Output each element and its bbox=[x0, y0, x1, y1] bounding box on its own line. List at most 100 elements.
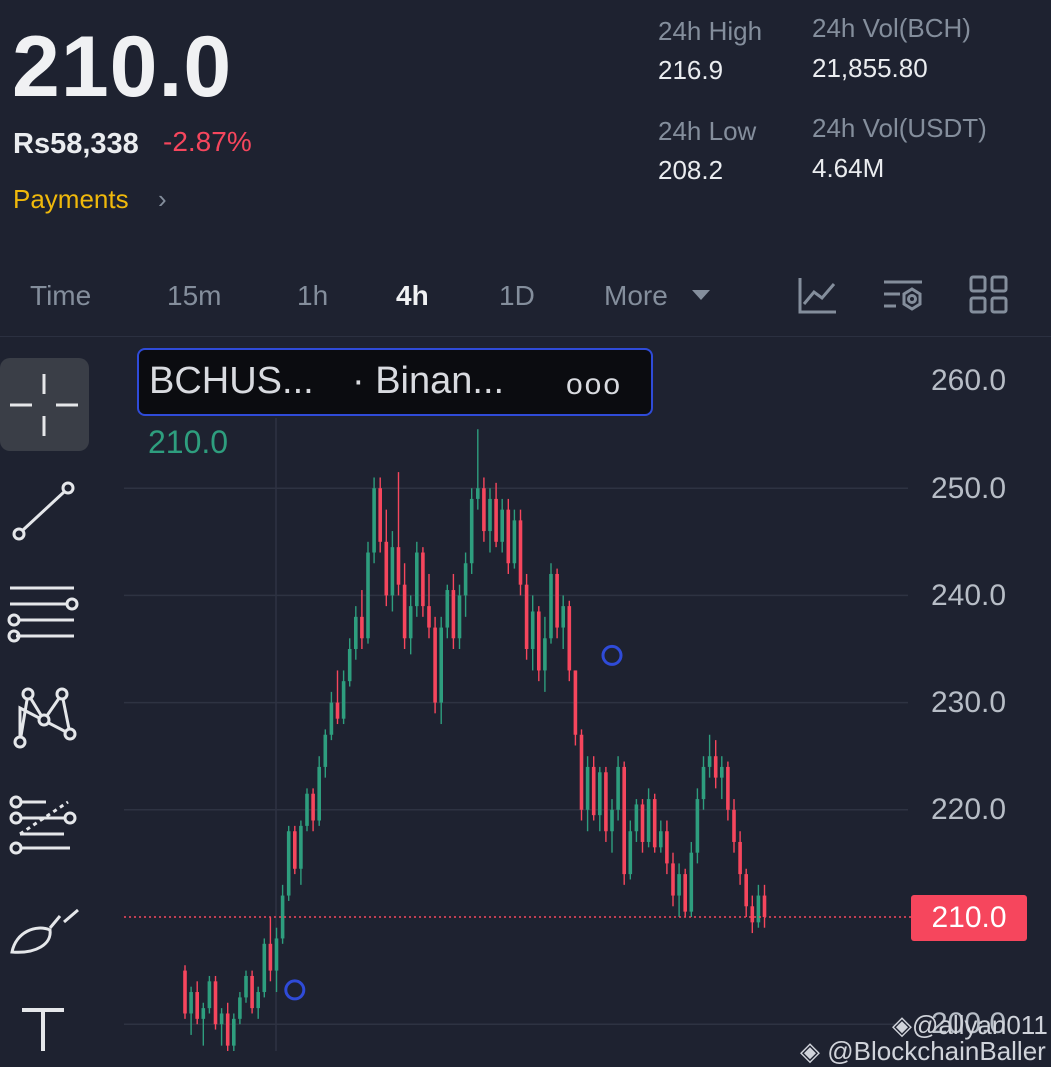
candle bbox=[280, 884, 285, 944]
candle bbox=[689, 841, 694, 917]
candle bbox=[250, 970, 254, 1014]
candle-body bbox=[396, 547, 401, 585]
candle-body bbox=[311, 793, 315, 821]
candle-body bbox=[756, 895, 761, 923]
candle-body bbox=[555, 573, 559, 628]
candle-body bbox=[530, 611, 535, 649]
candle bbox=[579, 729, 584, 821]
candle bbox=[665, 820, 669, 875]
candle bbox=[457, 584, 462, 649]
candle bbox=[677, 863, 681, 917]
candle-body bbox=[421, 552, 425, 607]
candle bbox=[396, 472, 401, 596]
candle-body bbox=[274, 938, 279, 971]
candle bbox=[543, 616, 547, 692]
candle-body bbox=[366, 552, 370, 639]
text-icon[interactable] bbox=[16, 1004, 72, 1051]
candle bbox=[616, 756, 620, 821]
candle bbox=[604, 766, 608, 842]
candle bbox=[427, 573, 431, 639]
candle-body bbox=[543, 638, 547, 671]
candle-body bbox=[537, 611, 541, 671]
fib-icon[interactable] bbox=[6, 792, 82, 856]
candle bbox=[366, 541, 370, 644]
candle bbox=[640, 799, 645, 853]
candle-body bbox=[750, 906, 755, 923]
brush-icon[interactable] bbox=[6, 902, 82, 962]
candle-body bbox=[189, 992, 193, 1014]
candle bbox=[293, 825, 297, 875]
candle-body bbox=[207, 981, 212, 1009]
candle-body bbox=[482, 488, 486, 532]
candle-body bbox=[732, 809, 736, 842]
candle-body bbox=[427, 606, 431, 628]
candle-body bbox=[378, 488, 382, 542]
candle bbox=[329, 691, 334, 741]
candle-body bbox=[524, 584, 529, 649]
candle bbox=[439, 616, 443, 725]
candle-body bbox=[683, 874, 687, 912]
candle bbox=[274, 927, 279, 993]
candle-body bbox=[610, 809, 614, 832]
candle bbox=[549, 563, 553, 644]
candle bbox=[402, 563, 407, 649]
candle-body bbox=[598, 772, 602, 816]
candle bbox=[756, 884, 761, 928]
legend-symbol: BCHUS... bbox=[149, 360, 314, 402]
legend-exchange: · Binan... bbox=[352, 360, 505, 402]
candle bbox=[469, 488, 474, 574]
candle-body bbox=[323, 734, 328, 767]
candle bbox=[726, 761, 730, 821]
candle bbox=[415, 541, 419, 617]
candle-body bbox=[707, 756, 712, 767]
crosshair-tool[interactable] bbox=[0, 358, 89, 451]
candle bbox=[347, 638, 352, 687]
candle bbox=[335, 670, 340, 725]
horizontal-lines-icon[interactable] bbox=[6, 582, 82, 646]
candle-body bbox=[695, 799, 700, 853]
candle bbox=[683, 868, 687, 917]
candle bbox=[713, 740, 718, 789]
candle bbox=[262, 938, 267, 998]
candle bbox=[707, 734, 712, 778]
candle bbox=[354, 606, 358, 660]
candle-body bbox=[445, 590, 450, 628]
candle bbox=[268, 917, 273, 982]
candle bbox=[555, 568, 559, 639]
candle bbox=[408, 595, 413, 655]
candle bbox=[628, 820, 633, 880]
candle-body bbox=[244, 975, 248, 998]
y-tick-260: 260.0 bbox=[931, 364, 1007, 397]
candle-body bbox=[250, 975, 254, 1009]
candle bbox=[494, 482, 498, 548]
candle-body bbox=[665, 831, 669, 864]
y-tick-250: 250.0 bbox=[931, 472, 1007, 505]
candle bbox=[451, 573, 456, 649]
candle-body bbox=[451, 590, 456, 639]
candle-body bbox=[469, 498, 474, 564]
candle-body bbox=[286, 831, 291, 896]
candle-body bbox=[360, 616, 364, 639]
candle bbox=[341, 670, 346, 725]
trade-marker[interactable] bbox=[601, 644, 623, 666]
candle-body bbox=[476, 488, 480, 499]
candlestick-chart[interactable] bbox=[0, 0, 1051, 1051]
candle bbox=[244, 970, 248, 1003]
candle bbox=[720, 756, 724, 800]
trend-line-icon[interactable] bbox=[6, 476, 82, 546]
candle-body bbox=[354, 616, 358, 649]
trade-marker[interactable] bbox=[284, 979, 306, 1001]
crosshair-icon bbox=[10, 374, 78, 436]
candle-body bbox=[512, 520, 517, 564]
candle-body bbox=[305, 793, 309, 826]
candle bbox=[482, 477, 486, 542]
candle bbox=[585, 756, 590, 832]
candle-body bbox=[713, 756, 718, 778]
candle bbox=[671, 852, 675, 907]
pattern-icon[interactable] bbox=[6, 684, 82, 754]
legend-more-icon[interactable]: ooo bbox=[566, 368, 622, 402]
candle bbox=[634, 799, 639, 842]
candle-body bbox=[238, 997, 242, 1019]
candle-body bbox=[439, 627, 443, 703]
candle-body bbox=[415, 552, 419, 607]
